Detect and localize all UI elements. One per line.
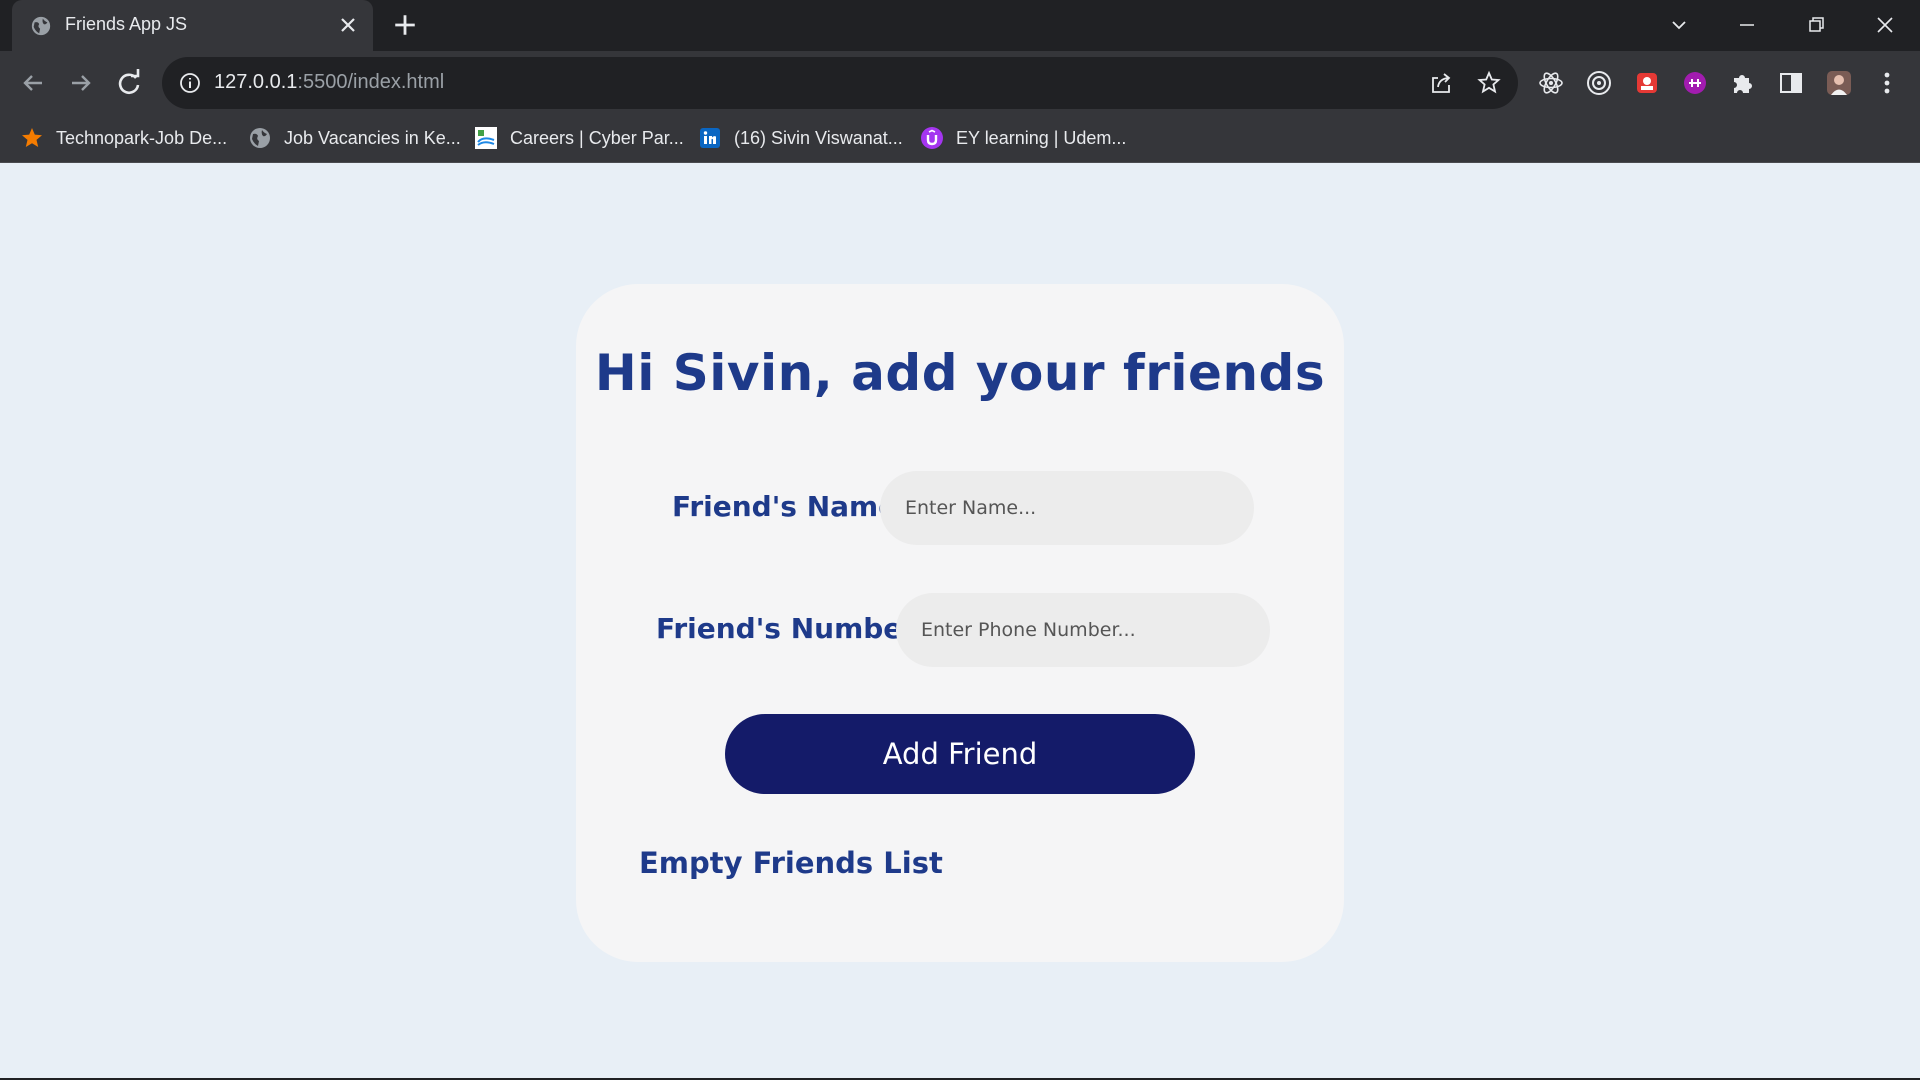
info-icon[interactable] [178,71,202,95]
bookmark-item[interactable]: EY learning | Udem... [920,123,1126,153]
red-extension-icon[interactable] [1632,68,1662,98]
toolbar: 127.0.0.1:5500/index.html [0,51,1920,115]
close-icon[interactable] [336,13,360,37]
tab-friends-app[interactable]: Friends App JS [12,0,373,51]
friends-card: Hi Sivin, add your friends Friend's Name… [576,284,1344,962]
add-friend-button[interactable]: Add Friend [725,714,1195,794]
bookmark-label: Careers | Cyber Par... [510,127,684,148]
friend-name-input[interactable] [880,471,1254,545]
page-title: Hi Sivin, add your friends [594,344,1326,402]
bookmark-label: Technopark-Job De... [56,127,228,148]
udemy-icon [921,127,943,149]
tab-title: Friends App JS [65,14,188,34]
bookmark-item[interactable]: Careers | Cyber Par... [474,123,684,153]
linkedin-icon [700,128,720,148]
empty-friends-message: Empty Friends List [639,846,943,880]
page-content: Hi Sivin, add your friends Friend's Name… [0,164,1920,1078]
bookmark-star-icon[interactable] [1476,70,1502,96]
close-window-icon[interactable] [1870,10,1900,40]
friend-name-label: Friend's Name [672,490,898,523]
cyberpark-icon [475,127,497,149]
purple-extension-icon[interactable] [1680,68,1710,98]
bookmarks-bar: Technopark-Job De... Job Vacancies in Ke… [0,115,1920,163]
url-path: :5500/index.html [297,71,445,93]
react-devtools-icon[interactable] [1536,68,1566,98]
forward-icon[interactable] [64,66,98,100]
star-icon [22,128,42,147]
side-panel-icon[interactable] [1776,68,1806,98]
friend-number-label: Friend's Number [656,612,917,645]
menu-kebab-icon[interactable] [1872,68,1902,98]
url-text[interactable]: 127.0.0.1:5500/index.html [214,71,444,94]
profile-avatar[interactable] [1824,68,1854,98]
target-extension-icon[interactable] [1584,68,1614,98]
back-icon[interactable] [16,66,50,100]
bookmark-label: (16) Sivin Viswanat... [734,127,903,148]
tab-strip: Friends App JS [0,0,1920,51]
bookmark-item[interactable]: (16) Sivin Viswanat... [698,123,903,153]
share-icon[interactable] [1428,70,1454,96]
address-bar[interactable]: 127.0.0.1:5500/index.html [162,57,1518,109]
bookmark-item[interactable]: Job Vacancies in Ke... [248,123,461,153]
bookmark-label: EY learning | Udem... [956,127,1127,148]
tab-search-icon[interactable] [1664,10,1694,40]
browser-chrome: Friends App JS 127.0.0.1:5500/index.html… [0,0,1920,163]
new-tab-icon[interactable] [392,12,418,38]
bookmark-label: Job Vacancies in Ke... [284,127,461,148]
bookmark-item[interactable]: Technopark-Job De... [20,123,227,153]
globe-icon [31,16,51,36]
extensions-puzzle-icon[interactable] [1728,68,1758,98]
friend-number-input[interactable] [896,593,1270,667]
restore-icon[interactable] [1801,10,1831,40]
reload-icon[interactable] [112,66,146,100]
globe-icon [250,128,270,148]
minimize-icon[interactable] [1732,10,1762,40]
url-host: 127.0.0.1 [214,71,298,93]
